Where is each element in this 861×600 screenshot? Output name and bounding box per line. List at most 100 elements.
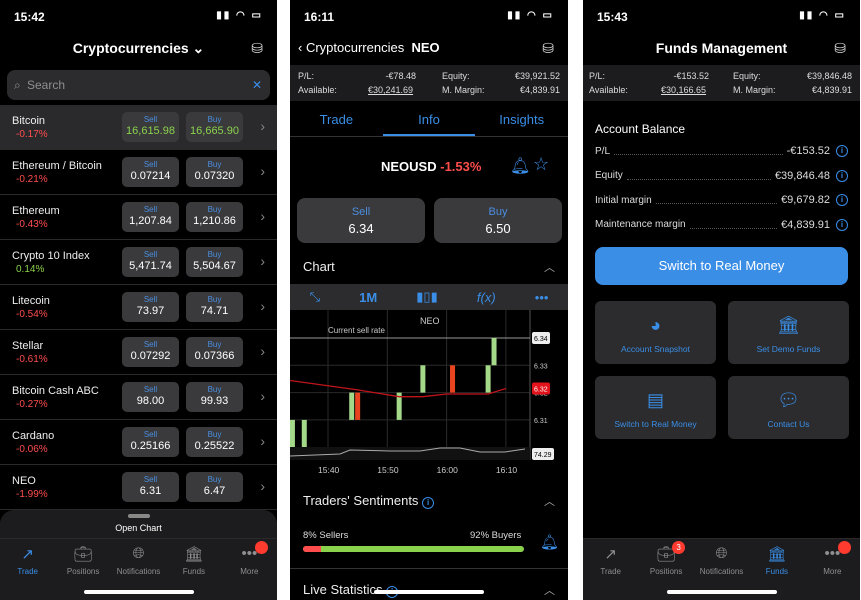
sell-button[interactable]: Sell 1,207.84	[122, 202, 179, 232]
buy-button[interactable]: Buy 6.50	[434, 198, 562, 243]
tab-trade[interactable]: ↗ Trade	[583, 539, 638, 600]
sentiment-header[interactable]: Traders' Sentiments i ︿	[303, 493, 555, 509]
candle	[491, 338, 497, 366]
bell-icon[interactable]: 🔔︎	[510, 156, 530, 176]
switch-real-money-tile[interactable]: ▤ Switch to Real Money	[595, 376, 716, 439]
drag-handle[interactable]	[127, 514, 150, 518]
instrument-row[interactable]: Stellar -0.61% Sell 0.07292 Buy 0.07366 ›	[0, 330, 277, 375]
search-input[interactable]: ⌕ Search ✕	[7, 70, 270, 100]
sellers-fill	[303, 546, 321, 552]
coins-icon[interactable]: ⛁	[542, 40, 554, 57]
tab-more[interactable]: ••• More	[222, 539, 277, 600]
instrument-name: Ethereum / Bitcoin	[12, 160, 102, 172]
chevron-right-icon[interactable]: ›	[260, 298, 265, 314]
chevron-right-icon[interactable]: ›	[260, 388, 265, 404]
info-icon[interactable]: i	[836, 169, 848, 182]
sell-button[interactable]: Sell 5,471.74	[122, 247, 179, 277]
buy-button[interactable]: Buy 74.71	[186, 292, 243, 322]
money-icon: ▤	[646, 390, 664, 410]
category-dropdown[interactable]: Cryptocurrencies ⌄	[0, 40, 277, 57]
buy-button[interactable]: Buy 0.25522	[186, 427, 243, 457]
sell-button[interactable]: Sell 16,615.98	[122, 112, 179, 142]
buy-button[interactable]: Buy 16,665.90	[186, 112, 243, 142]
chevron-up-icon[interactable]: ︿	[544, 259, 555, 275]
sell-button[interactable]: Sell 0.07292	[122, 337, 179, 367]
instrument-row[interactable]: Ethereum / Bitcoin -0.21% Sell 0.07214 Bu…	[0, 150, 277, 195]
available-link[interactable]: €30,166.65	[661, 85, 706, 95]
chevron-right-icon[interactable]: ›	[260, 478, 265, 494]
instrument-row[interactable]: Bitcoin -0.17% Sell 16,615.98 Buy 16,665.9…	[0, 105, 277, 150]
chevron-right-icon[interactable]: ›	[260, 253, 265, 269]
account-snapshot-tile[interactable]: ◕ Account Snapshot	[595, 301, 716, 364]
instrument-row[interactable]: Litecoin -0.54% Sell 73.97 Buy 74.71 ›	[0, 285, 277, 330]
positions-icon: 💼︎	[73, 546, 93, 563]
buy-button[interactable]: Buy 6.47	[186, 472, 243, 502]
sell-button[interactable]: Sell 0.07214	[122, 157, 179, 187]
instrument-row[interactable]: Bitcoin Cash ABC -0.27% Sell 98.00 Buy 99.…	[0, 375, 277, 420]
instrument-row[interactable]: Ethereum -0.43% Sell 1,207.84 Buy 1,210.86…	[0, 195, 277, 240]
change-percent: -0.06%	[16, 444, 48, 455]
chart-title: NEO	[420, 316, 440, 326]
buy-button[interactable]: Buy 0.07366	[186, 337, 243, 367]
x-tick-label: 16:00	[437, 465, 459, 475]
instrument-row[interactable]: Crypto 10 Index 0.14% Sell 5,471.74 Buy 5,…	[0, 240, 277, 285]
candlestick-icon[interactable]: ▮▯▮	[416, 289, 437, 305]
contact-us-tile[interactable]: 💬︎ Contact Us	[728, 376, 849, 439]
coins-icon[interactable]: ⛁	[251, 40, 263, 57]
available-link[interactable]: €30,241.69	[368, 85, 413, 95]
current-sell-value: 6.34	[534, 336, 548, 343]
buy-button[interactable]: Buy 1,210.86	[186, 202, 243, 232]
buy-button[interactable]: Buy 5,504.67	[186, 247, 243, 277]
chevron-right-icon[interactable]: ›	[260, 343, 265, 359]
tab-more[interactable]: ••• More	[805, 539, 860, 600]
status-time: 15:42	[14, 10, 45, 24]
candle	[301, 419, 307, 448]
current-sell-label: Current sell rate	[328, 326, 385, 335]
buy-button[interactable]: Buy 0.07320	[186, 157, 243, 187]
timeframe-button[interactable]: 1M	[359, 290, 377, 305]
instrument-row[interactable]: Cardano -0.06% Sell 0.25166 Buy 0.25522 ›	[0, 420, 277, 465]
chevron-right-icon[interactable]: ›	[260, 163, 265, 179]
chat-icon: 💬︎	[777, 390, 800, 410]
x-tick-label: 15:50	[377, 465, 399, 475]
tab-trade[interactable]: Trade	[290, 105, 383, 136]
star-icon[interactable]: ☆	[533, 154, 549, 175]
bell-plus-icon[interactable]: 🔔︎	[540, 533, 559, 551]
sell-button[interactable]: Sell 98.00	[122, 382, 179, 412]
status-time: 15:43	[597, 10, 628, 24]
status-time: 16:11	[304, 10, 335, 24]
trade-icon: ↗	[604, 546, 617, 563]
set-demo-funds-tile[interactable]: 🏛︎ Set Demo Funds	[728, 301, 849, 364]
sell-button[interactable]: Sell 0.25166	[122, 427, 179, 457]
notifications-icon: 🌐︎	[132, 545, 145, 562]
sell-button[interactable]: Sell 73.97	[122, 292, 179, 322]
expand-icon[interactable]: ⤡	[310, 289, 320, 305]
change-percent: -1.99%	[16, 489, 48, 500]
chart-toolbar: ⤡ 1M ▮▯▮ f(x) •••	[290, 284, 568, 310]
info-icon[interactable]: i	[836, 218, 848, 231]
bank-icon: 🏛︎	[777, 315, 800, 335]
info-icon[interactable]: i	[836, 194, 848, 206]
switch-real-money-button[interactable]: Switch to Real Money	[595, 247, 848, 285]
chevron-right-icon[interactable]: ›	[260, 433, 265, 449]
funds-icon: 🏛︎	[767, 546, 787, 563]
tab-insights[interactable]: Insights	[475, 105, 568, 136]
indicators-icon[interactable]: f(x)	[477, 290, 496, 305]
tab-info[interactable]: Info	[382, 105, 476, 136]
sell-button[interactable]: Sell 6.31	[122, 472, 179, 502]
instrument-row[interactable]: NEO -1.99% Sell 6.31 Buy 6.47 ›	[0, 465, 277, 510]
coins-icon[interactable]: ⛁	[834, 40, 846, 57]
tab-trade[interactable]: ↗ Trade	[0, 539, 55, 600]
buy-button[interactable]: Buy 99.93	[186, 382, 243, 412]
sell-button[interactable]: Sell 6.34	[297, 198, 425, 243]
price-chart[interactable]: NEO Current sell rate 6.31 6.32 6.33 15:40 15:…	[290, 310, 568, 480]
info-icon[interactable]: i	[836, 145, 848, 157]
more-icon[interactable]: •••	[535, 290, 549, 305]
chevron-right-icon[interactable]: ›	[260, 208, 265, 224]
symbol-header: NEOUSD -1.53%	[381, 159, 482, 174]
clear-icon[interactable]: ✕	[252, 78, 262, 92]
back-button[interactable]: ‹ Cryptocurrencies NEO	[298, 40, 440, 55]
chart-section-header[interactable]: Chart ︿	[303, 259, 555, 274]
chevron-down-icon: ⌄	[192, 40, 205, 56]
chevron-right-icon[interactable]: ›	[260, 118, 265, 134]
